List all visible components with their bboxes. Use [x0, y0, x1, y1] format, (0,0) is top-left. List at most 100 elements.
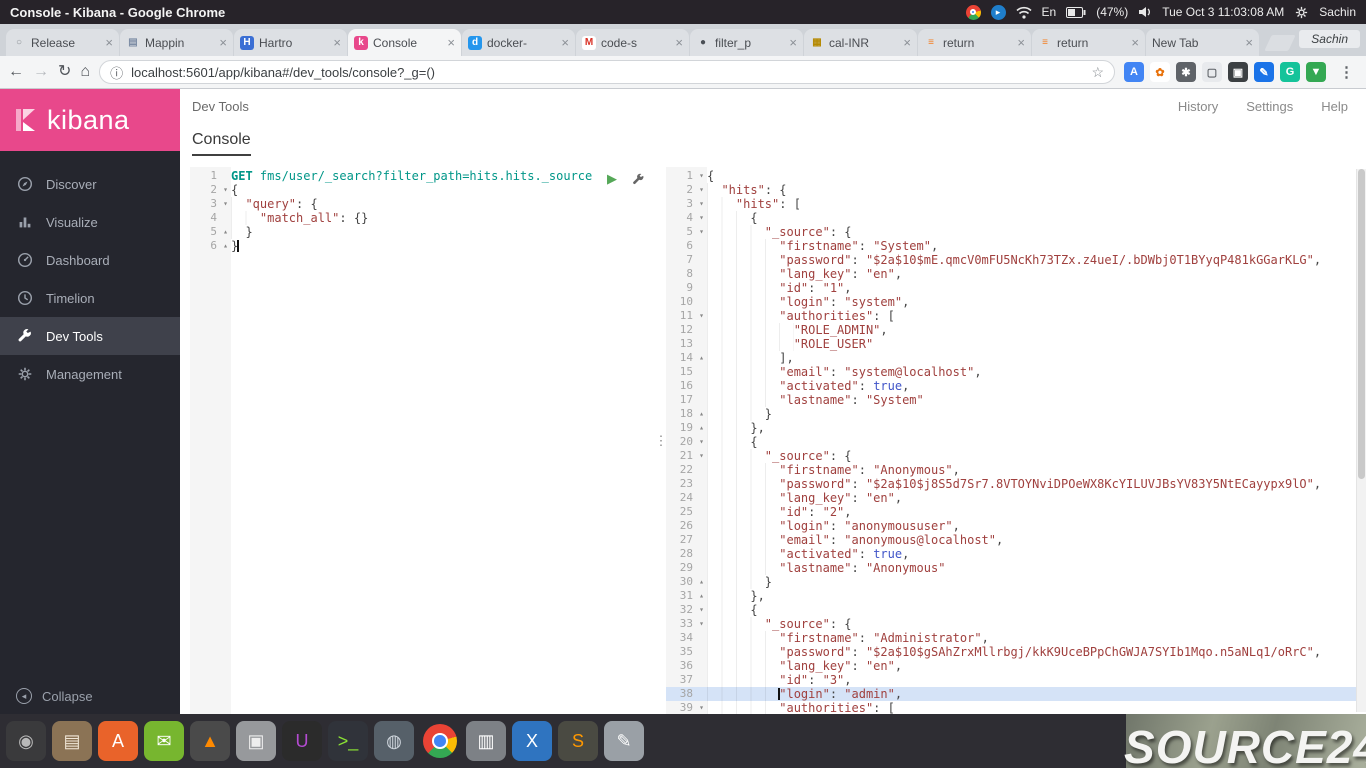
bookmark-star-icon[interactable]: ☆ — [1091, 64, 1104, 81]
window-extension-icon[interactable]: ▢ — [1202, 62, 1222, 82]
files-icon[interactable]: ▤ — [52, 721, 92, 761]
battery-percentage[interactable]: (47%) — [1096, 5, 1128, 19]
tab-close-icon[interactable]: × — [1245, 35, 1253, 50]
code-line[interactable]: 20 ▾ { — [666, 435, 1366, 449]
code-line[interactable]: 26 "login": "anonymoususer", — [666, 519, 1366, 533]
code-line[interactable]: 34 "firstname": "Administrator", — [666, 631, 1366, 645]
code-line[interactable]: 39 ▾ "authorities": [ — [666, 701, 1366, 714]
draw-icon[interactable]: X — [512, 721, 552, 761]
code-line[interactable]: 31 ▴ }, — [666, 589, 1366, 603]
code-line[interactable]: 16 "activated": true, — [666, 379, 1366, 393]
tab-close-icon[interactable]: × — [219, 35, 227, 50]
browser-profile-chip[interactable]: Sachin — [1299, 30, 1360, 48]
clock[interactable]: Tue Oct 3 11:03:08 AM — [1162, 5, 1284, 19]
code-line[interactable]: 22 "firstname": "Anonymous", — [666, 463, 1366, 477]
send-request-button[interactable]: ▶ — [607, 171, 617, 187]
code-line[interactable]: 11 ▾ "authorities": [ — [666, 309, 1366, 323]
code-line[interactable]: 6 "firstname": "System", — [666, 239, 1366, 253]
package-icon[interactable]: ▣ — [236, 721, 276, 761]
fold-toggle-icon[interactable]: ▾ — [696, 603, 707, 617]
home-icon[interactable]: ⌂ — [80, 64, 90, 80]
browser-tab[interactable]: H Hartro × — [234, 29, 347, 56]
printer-icon[interactable]: ▥ — [466, 721, 506, 761]
browser-tab[interactable]: ≡ return × — [918, 29, 1031, 56]
browser-menu-icon[interactable]: ⋮ — [1335, 63, 1358, 81]
sidebar-item-dashboard[interactable]: Dashboard — [0, 241, 180, 279]
browser-tab[interactable]: ● filter_p × — [690, 29, 803, 56]
code-line[interactable]: 6 ▴} — [190, 239, 656, 253]
intellij-icon[interactable]: U — [282, 721, 322, 761]
editor-icon[interactable]: ✎ — [604, 721, 644, 761]
url-text[interactable]: localhost:5601/app/kibana#/dev_tools/con… — [131, 65, 1083, 80]
code-line[interactable]: 4 ▾ { — [666, 211, 1366, 225]
new-tab-button[interactable] — [1264, 35, 1296, 51]
download-extension-icon[interactable]: ▼ — [1306, 62, 1326, 82]
code-line[interactable]: 2 ▾ "hits": { — [666, 183, 1366, 197]
sidebar-collapse-button[interactable]: ◂ Collapse — [16, 688, 93, 704]
browser-tab[interactable]: ≡ return × — [1032, 29, 1145, 56]
fold-toggle-icon[interactable]: ▾ — [696, 225, 707, 239]
gear-extension-icon[interactable]: ✱ — [1176, 62, 1196, 82]
battery-icon[interactable] — [1066, 6, 1086, 18]
code-line[interactable]: 1 ▾{ — [666, 169, 1366, 183]
code-line[interactable]: 19 ▴ }, — [666, 421, 1366, 435]
code-line[interactable]: 9 "id": "1", — [666, 281, 1366, 295]
code-line[interactable]: 3 ▾ "hits": [ — [666, 197, 1366, 211]
request-editor[interactable]: 1 GET fms/user/_search?filter_path=hits.h… — [190, 167, 656, 714]
chrome-icon[interactable] — [420, 721, 460, 761]
wifi-icon[interactable] — [1015, 6, 1032, 19]
chrome-icon[interactable] — [965, 4, 981, 20]
fold-toggle-icon[interactable]: ▴ — [696, 407, 707, 421]
code-line[interactable]: 12 "ROLE_ADMIN", — [666, 323, 1366, 337]
code-line[interactable]: 32 ▾ { — [666, 603, 1366, 617]
tab-close-icon[interactable]: × — [333, 35, 341, 50]
fold-toggle-icon[interactable]: ▾ — [696, 449, 707, 463]
tab-close-icon[interactable]: × — [789, 35, 797, 50]
code-line[interactable]: 37 "id": "3", — [666, 673, 1366, 687]
fold-toggle-icon[interactable]: ▴ — [220, 225, 231, 239]
kibana-link-history[interactable]: History — [1178, 99, 1218, 114]
code-line[interactable]: 10 "login": "system", — [666, 295, 1366, 309]
code-line[interactable]: 27 "email": "anonymous@localhost", — [666, 533, 1366, 547]
software-updater-icon[interactable]: ▸ — [990, 4, 1006, 20]
kibana-logo[interactable]: kibana — [0, 89, 180, 151]
code-line[interactable]: 14 ▴ ], — [666, 351, 1366, 365]
volume-icon[interactable] — [1138, 6, 1152, 18]
kibana-link-settings[interactable]: Settings — [1246, 99, 1293, 114]
code-line[interactable]: 33 ▾ "_source": { — [666, 617, 1366, 631]
dash-home-icon[interactable]: ◉ — [6, 721, 46, 761]
fold-toggle-icon[interactable]: ▾ — [696, 169, 707, 183]
sidebar-item-timelion[interactable]: Timelion — [0, 279, 180, 317]
code-line[interactable]: 23 "password": "$2a$10$j8S5d7Sr7.8VTOYNv… — [666, 477, 1366, 491]
tab-close-icon[interactable]: × — [903, 35, 911, 50]
translate-icon[interactable]: A — [1124, 62, 1144, 82]
scrollbar-thumb[interactable] — [1358, 169, 1365, 479]
code-line[interactable]: 36 "lang_key": "en", — [666, 659, 1366, 673]
reload-icon[interactable]: ↻ — [58, 64, 71, 80]
code-line[interactable]: 28 "activated": true, — [666, 547, 1366, 561]
request-settings-wrench-icon[interactable] — [631, 172, 646, 187]
tab-close-icon[interactable]: × — [561, 35, 569, 50]
fold-toggle-icon[interactable]: ▾ — [696, 617, 707, 631]
session-gear-icon[interactable] — [1294, 5, 1309, 20]
fold-toggle-icon[interactable]: ▴ — [220, 239, 231, 253]
fold-toggle-icon[interactable]: ▴ — [696, 575, 707, 589]
code-line[interactable]: 3 ▾ "query": { — [190, 197, 656, 211]
code-line[interactable]: 17 "lastname": "System" — [666, 393, 1366, 407]
code-line[interactable]: 13 "ROLE_USER" — [666, 337, 1366, 351]
code-line[interactable]: 29 "lastname": "Anonymous" — [666, 561, 1366, 575]
terminal-icon[interactable]: >_ — [328, 721, 368, 761]
code-line[interactable]: 15 "email": "system@localhost", — [666, 365, 1366, 379]
software-center-icon[interactable]: A — [98, 721, 138, 761]
tab-console[interactable]: Console — [192, 131, 251, 156]
fold-toggle-icon[interactable]: ▾ — [696, 183, 707, 197]
code-line[interactable]: 4 "match_all": {} — [190, 211, 656, 225]
address-bar[interactable]: ⓘ localhost:5601/app/kibana#/dev_tools/c… — [99, 60, 1115, 84]
tab-close-icon[interactable]: × — [675, 35, 683, 50]
response-scrollbar[interactable] — [1356, 169, 1366, 712]
sidebar-item-discover[interactable]: Discover — [0, 165, 180, 203]
code-line[interactable]: 1 GET fms/user/_search?filter_path=hits.h… — [190, 169, 656, 183]
fold-toggle-icon[interactable]: ▾ — [696, 435, 707, 449]
browser-tab[interactable]: d docker- × — [462, 29, 575, 56]
browser-tab[interactable]: ○ Release × — [6, 29, 119, 56]
